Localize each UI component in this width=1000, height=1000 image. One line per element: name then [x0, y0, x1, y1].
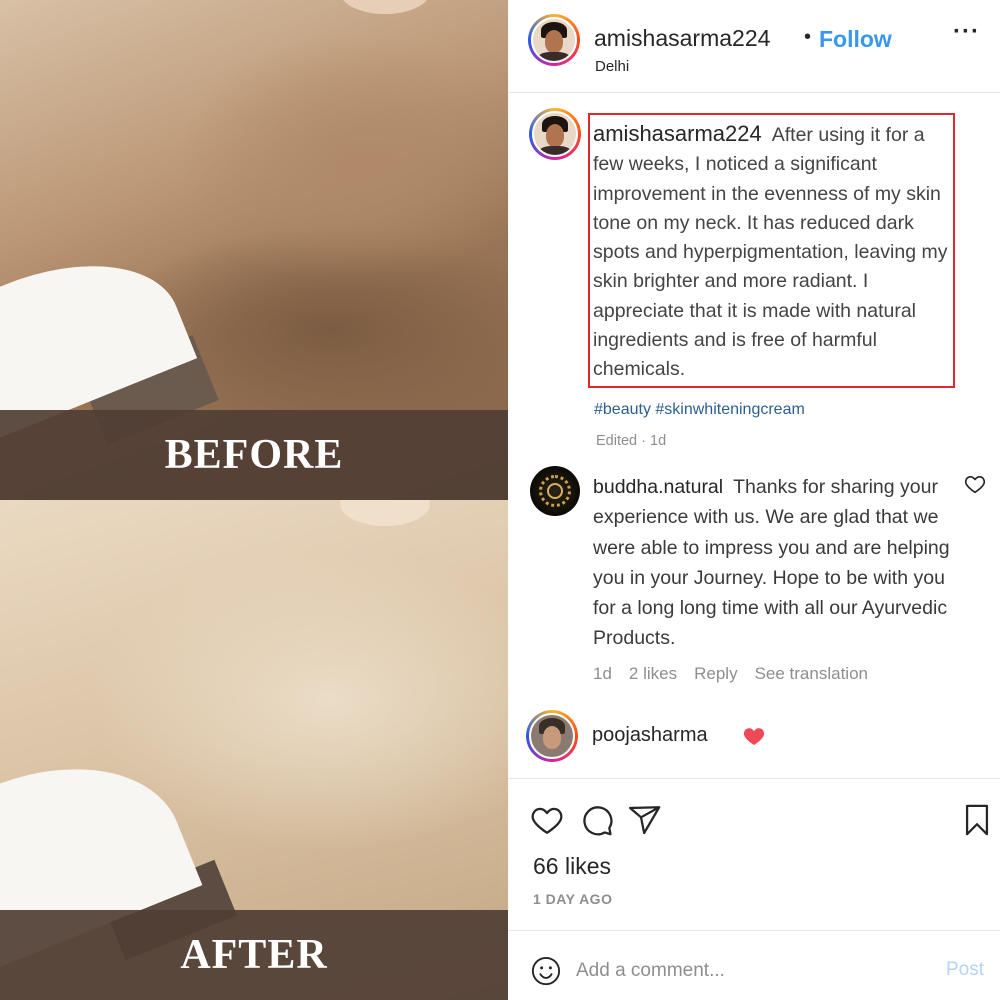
comment-like-heart-icon[interactable] — [964, 473, 986, 495]
red-heart-icon — [743, 728, 765, 745]
edited-timestamp: Edited · 1d — [596, 433, 667, 449]
author-avatar[interactable] — [528, 14, 580, 66]
before-label-band: BEFORE — [0, 410, 508, 500]
emoji-smiley-icon[interactable] — [531, 956, 561, 986]
hashtags[interactable]: #beauty #skinwhiteningcream — [594, 401, 805, 419]
action-bar — [508, 778, 1000, 836]
after-panel: AFTER — [0, 500, 508, 1000]
post-panel: amishasarma224 • Follow Delhi ··· amisha… — [508, 0, 1000, 1000]
share-plane-icon[interactable] — [628, 803, 662, 837]
see-translation-link[interactable]: See translation — [755, 664, 868, 683]
before-after-photo: BEFORE AFTER — [0, 0, 508, 1000]
caption-username[interactable]: amishasarma224 — [593, 121, 762, 146]
post-location[interactable]: Delhi — [595, 58, 629, 75]
after-label-band: AFTER — [0, 910, 508, 1000]
bookmark-icon[interactable] — [960, 803, 994, 837]
commenter-avatar[interactable] — [530, 466, 580, 516]
comment: buddha.natural Thanks for sharing your ex… — [593, 472, 965, 654]
comment-username[interactable]: buddha.natural — [593, 476, 723, 498]
after-label: AFTER — [180, 932, 328, 978]
like-heart-icon[interactable] — [530, 803, 564, 837]
post-time-ago: 1 DAY AGO — [533, 891, 613, 907]
ear-shape — [340, 500, 430, 526]
comment-time: 1d — [593, 664, 612, 683]
comment-meta: 1d 2 likes Reply See translation — [593, 664, 885, 684]
before-label: BEFORE — [164, 432, 344, 478]
header-separator: • — [804, 26, 812, 48]
reply-button[interactable]: Reply — [694, 664, 737, 683]
liker-username[interactable]: poojasharma — [592, 724, 708, 747]
ear-shape — [340, 0, 430, 14]
post-comment-button[interactable]: Post — [946, 959, 984, 981]
more-options-icon[interactable]: ··· — [953, 18, 980, 46]
comment-text: Thanks for sharing your experience with … — [593, 476, 950, 650]
comment-bubble-icon[interactable] — [580, 803, 614, 837]
liker-avatar[interactable] — [526, 710, 578, 762]
likes-count[interactable]: 66 likes — [533, 853, 611, 880]
caption: amishasarma224 After using it for a few w… — [593, 119, 953, 385]
follow-button[interactable]: Follow — [819, 26, 892, 53]
caption-avatar[interactable] — [529, 108, 581, 160]
before-panel: BEFORE — [0, 0, 508, 500]
author-username[interactable]: amishasarma224 — [594, 25, 770, 52]
add-comment-input[interactable] — [576, 958, 916, 984]
post-header: amishasarma224 • Follow Delhi ··· — [508, 0, 1000, 93]
comment-likes-link[interactable]: 2 likes — [629, 664, 677, 683]
caption-text: After using it for a few weeks, I notice… — [593, 124, 948, 381]
add-comment-row: Post — [508, 930, 1000, 1000]
